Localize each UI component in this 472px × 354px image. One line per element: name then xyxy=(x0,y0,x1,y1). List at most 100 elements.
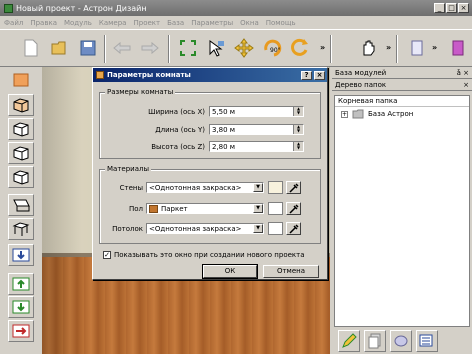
menu-parameters[interactable]: Параметры xyxy=(191,19,233,27)
move-right-icon[interactable] xyxy=(8,320,34,342)
dialog-title: Параметры комнаты xyxy=(107,71,191,79)
shelf-icon[interactable] xyxy=(8,166,34,188)
height-value[interactable]: 2,80 м xyxy=(210,143,293,151)
room-parameters-dialog: Параметры комнаты ? × Размеры комнаты Ши… xyxy=(92,67,328,280)
width-row: Ширина (ось X) 5,50 м ▲ ▼ xyxy=(99,106,304,117)
floor-color-swatch[interactable] xyxy=(268,202,283,215)
height-spin-arrows[interactable]: ▲ ▼ xyxy=(293,142,303,151)
menu-windows[interactable]: Окна xyxy=(240,19,259,27)
width-spin-arrows[interactable]: ▲ ▼ xyxy=(293,107,303,116)
view-3d-icon[interactable] xyxy=(390,329,412,352)
toolbar-overflow-3[interactable]: » xyxy=(432,43,437,52)
fit-view-icon[interactable] xyxy=(176,36,200,60)
walls-dropdown-arrow[interactable]: ▼ xyxy=(253,183,263,192)
dialog-close-button[interactable]: × xyxy=(314,70,325,80)
dialog-icon xyxy=(96,71,104,79)
ceiling-dropdown-arrow[interactable]: ▼ xyxy=(253,224,263,233)
redo-icon[interactable] xyxy=(138,36,162,60)
ok-button[interactable]: ОК xyxy=(202,264,258,279)
ceiling-row: Потолок <Однотонная закраска> ▼ xyxy=(99,222,301,235)
tree-expand-button[interactable]: + xyxy=(341,110,348,118)
folder-tree: Корневая папка + База Астрон xyxy=(334,95,470,327)
svg-text:90°: 90° xyxy=(270,47,281,54)
cabinet-icon[interactable] xyxy=(8,118,34,140)
rotate-90-icon[interactable]: 90° xyxy=(260,36,284,60)
table-icon[interactable] xyxy=(8,218,34,240)
width-value[interactable]: 5,50 м xyxy=(210,108,293,116)
move-up-icon[interactable] xyxy=(8,273,34,295)
menu-help[interactable]: Помощь xyxy=(266,19,296,27)
panel-bottom-toolbar xyxy=(332,327,472,354)
walls-row: Стены <Однотонная закраска> ▼ xyxy=(99,181,301,194)
align-bottom-icon[interactable] xyxy=(8,296,34,318)
menu-module[interactable]: Модуль xyxy=(64,19,92,27)
rotate-icon[interactable] xyxy=(288,36,312,60)
ceiling-label: Потолок xyxy=(112,224,143,233)
folders-panel-header: Дерево папок × xyxy=(332,79,472,91)
minimize-button[interactable]: _ xyxy=(434,3,445,13)
panel-close[interactable]: × xyxy=(463,81,469,89)
height-row: Высота (ось Z) 2,80 м ▲ ▼ xyxy=(99,141,304,152)
copy-icon[interactable] xyxy=(364,329,386,352)
floor-eyedropper-icon[interactable] xyxy=(286,202,301,215)
select-arrow-icon[interactable] xyxy=(204,36,228,60)
floor-material-select[interactable]: Паркет ▼ xyxy=(146,203,264,214)
box-icon[interactable] xyxy=(8,94,34,116)
dialog-titlebar[interactable]: Параметры комнаты ? × xyxy=(93,68,327,82)
checkbox-label: Показывать это окно при создании нового … xyxy=(114,251,305,259)
show-on-new-project-checkbox[interactable]: ✓ Показывать это окно при создании новог… xyxy=(103,251,305,259)
cancel-button[interactable]: Отмена xyxy=(263,265,319,278)
length-spin-arrows[interactable]: ▲ ▼ xyxy=(293,125,303,134)
toolbar-overflow-2[interactable]: » xyxy=(386,43,391,52)
room-icon[interactable] xyxy=(8,69,34,91)
materials-legend: Материалы xyxy=(105,165,151,173)
room-size-legend: Размеры комнаты xyxy=(105,88,176,96)
panel-icon[interactable] xyxy=(8,194,34,216)
width-spinbox[interactable]: 5,50 м ▲ ▼ xyxy=(209,106,304,117)
edit-folder-icon[interactable] xyxy=(338,329,360,352)
walls-material-select[interactable]: <Однотонная закраска> ▼ xyxy=(146,182,264,193)
move-icon[interactable] xyxy=(232,36,256,60)
open-folder-icon[interactable] xyxy=(48,36,72,60)
list-view-icon[interactable] xyxy=(416,329,438,352)
length-row: Длина (ось Y) 3,80 м ▲ ▼ xyxy=(99,124,304,135)
parquet-texture-icon xyxy=(149,204,158,213)
floor-dropdown-arrow[interactable]: ▼ xyxy=(253,204,263,213)
save-icon[interactable] xyxy=(76,36,100,60)
menu-base[interactable]: База xyxy=(167,19,184,27)
wall-cabinet-icon[interactable] xyxy=(8,142,34,164)
window-title: Новый проект - Астрон Дизайн xyxy=(16,3,147,13)
ceiling-color-swatch[interactable] xyxy=(268,222,283,235)
floor-label: Пол xyxy=(128,204,143,213)
walls-label: Стены xyxy=(119,183,143,192)
length-value[interactable]: 3,80 м xyxy=(210,126,293,134)
toolbar-overflow-1[interactable]: » xyxy=(320,43,325,52)
tree-item-astron[interactable]: + База Астрон xyxy=(335,109,469,119)
length-spinbox[interactable]: 3,80 м ▲ ▼ xyxy=(209,124,304,135)
hand-icon[interactable] xyxy=(356,36,380,60)
panel-pin-close[interactable]: ǡ × xyxy=(457,69,469,77)
move-down-icon[interactable] xyxy=(8,244,34,266)
floor-row: Пол Паркет ▼ xyxy=(99,202,301,215)
dialog-help-button[interactable]: ? xyxy=(301,70,312,80)
height-spinbox[interactable]: 2,80 м ▲ ▼ xyxy=(209,141,304,152)
module-icon[interactable] xyxy=(405,36,429,60)
ceiling-eyedropper-icon[interactable] xyxy=(286,222,301,235)
left-toolbar xyxy=(0,67,42,354)
walls-color-swatch[interactable] xyxy=(268,181,283,194)
length-label: Длина (ось Y) xyxy=(155,125,205,134)
tree-root[interactable]: Корневая папка xyxy=(335,96,469,107)
menu-edit[interactable]: Правка xyxy=(30,19,57,27)
close-window-button[interactable]: × xyxy=(458,3,469,13)
checkbox-box[interactable]: ✓ xyxy=(103,251,111,259)
menu-project[interactable]: Проект xyxy=(133,19,160,27)
ceiling-material-select[interactable]: <Однотонная закраска> ▼ xyxy=(146,223,264,234)
new-file-icon[interactable] xyxy=(19,36,43,60)
walls-eyedropper-icon[interactable] xyxy=(286,181,301,194)
menu-file[interactable]: Файл xyxy=(4,19,23,27)
maximize-button[interactable]: □ xyxy=(446,3,457,13)
library-icon[interactable] xyxy=(446,36,470,60)
right-panel: База модулей ǡ × Дерево папок × Корневая… xyxy=(332,67,472,354)
menu-camera[interactable]: Камера xyxy=(99,19,127,27)
undo-icon[interactable] xyxy=(110,36,134,60)
